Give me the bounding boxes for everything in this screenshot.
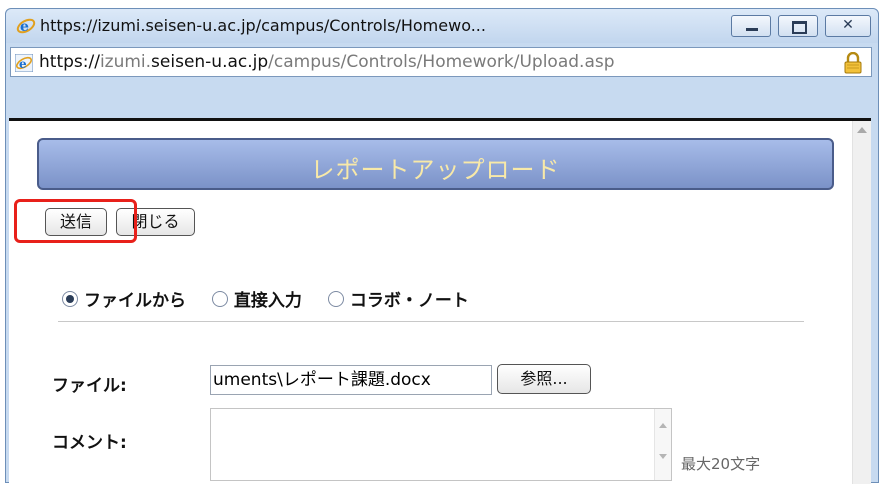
minimize-button[interactable] <box>731 15 771 37</box>
comment-label: コメント: <box>52 433 127 453</box>
browse-button[interactable]: 参照... <box>497 364 591 394</box>
page-title: レポートアップロード <box>310 156 561 184</box>
address-url: https://izumi.seisen-u.ac.jp/campus/Cont… <box>39 52 615 72</box>
scroll-up-icon[interactable] <box>659 423 667 428</box>
textarea-scrollbar[interactable] <box>654 409 671 480</box>
highlight-annotation <box>14 199 137 243</box>
scroll-down-icon[interactable] <box>659 454 667 459</box>
radio-direct-input[interactable]: 直接入力 <box>211 286 302 311</box>
title-bar[interactable]: e https://izumi.seisen-u.ac.jp/campus/Co… <box>6 9 878 43</box>
divider <box>58 321 804 322</box>
comment-limit-note: 最大20文字 <box>681 455 761 473</box>
radio-from-file[interactable]: ファイルから <box>62 286 186 311</box>
radio-collab-note[interactable]: コラボ・ノート <box>327 286 469 311</box>
close-icon: ✕ <box>842 17 854 33</box>
svg-text:e: e <box>19 57 27 71</box>
window-title: https://izumi.seisen-u.ac.jp/campus/Cont… <box>40 16 486 35</box>
address-bar[interactable]: e https://izumi.seisen-u.ac.jp/campus/Co… <box>10 47 872 77</box>
file-path-field[interactable]: uments\レポート課題.docx <box>210 365 492 395</box>
vertical-scrollbar[interactable] <box>852 121 871 484</box>
file-label: ファイル: <box>52 376 127 396</box>
scroll-up-icon[interactable] <box>857 127 867 133</box>
ie-page-icon: e <box>15 54 33 72</box>
page-header: レポートアップロード <box>37 138 834 190</box>
svg-text:e: e <box>20 19 29 35</box>
radio-icon[interactable] <box>327 291 344 307</box>
input-mode-radio-group: ファイルから 直接入力 コラボ・ノート <box>62 286 489 311</box>
radio-icon[interactable] <box>211 291 228 307</box>
ie-logo-icon: e <box>16 18 36 35</box>
close-window-button[interactable]: ✕ <box>825 15 871 37</box>
lock-icon[interactable] <box>843 52 863 74</box>
radio-icon[interactable] <box>62 291 78 307</box>
maximize-button[interactable] <box>778 15 818 37</box>
comment-textarea[interactable] <box>210 408 672 481</box>
